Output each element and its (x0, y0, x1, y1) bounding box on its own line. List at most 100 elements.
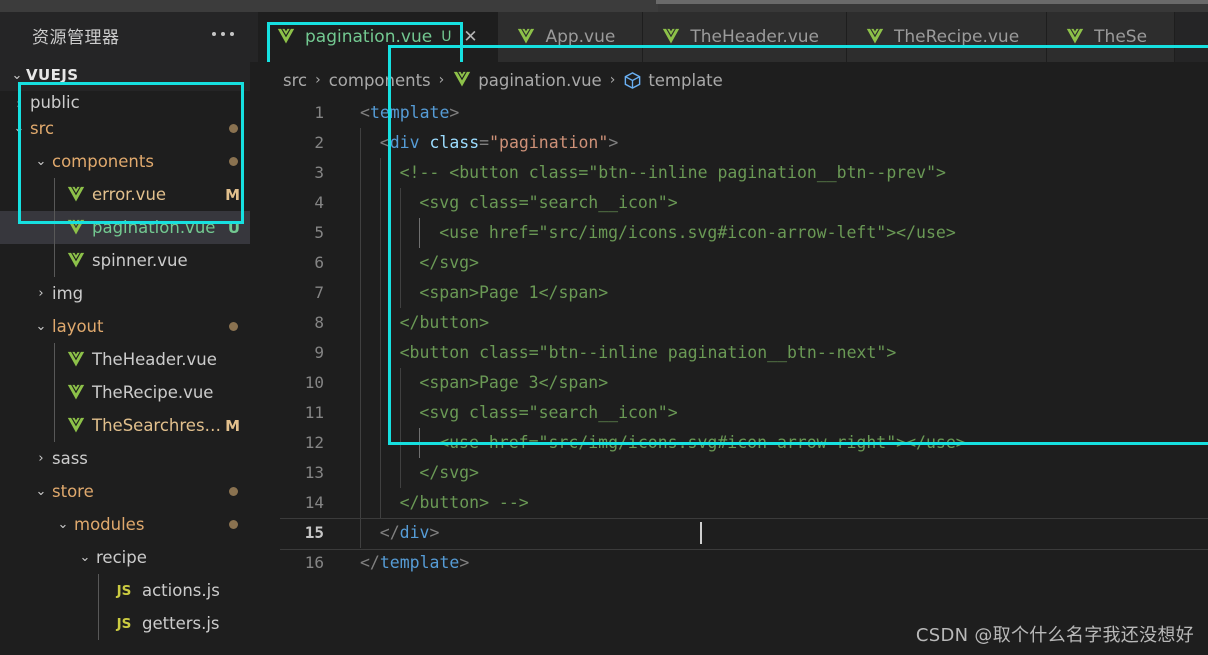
tree-item-modules[interactable]: ⌄ modules (0, 508, 258, 541)
chevron-down-icon: ⌄ (11, 67, 23, 82)
tree-item-label: store (52, 482, 94, 501)
chevron-right-icon[interactable]: › (8, 97, 30, 112)
code-token: <button class="btn--inline pagination__b… (399, 343, 897, 362)
tree-item-src[interactable]: ⌄ src (0, 112, 258, 145)
chevron-down-icon[interactable]: ⌄ (30, 484, 52, 499)
code-text: </div> (380, 518, 440, 548)
code-line[interactable]: 1 <template> (258, 98, 1208, 128)
tree-item-thesearchres-[interactable]: TheSearchres… M (0, 409, 258, 442)
code-line[interactable]: 5 <use href="src/img/icons.svg#icon-arrow… (258, 218, 1208, 248)
code-line[interactable]: 15 </div> (258, 518, 1208, 550)
tree-item-getters-js[interactable]: JS getters.js (0, 607, 258, 640)
code-line[interactable]: 13 </svg> (258, 458, 1208, 488)
tree-item-label: getters.js (142, 614, 220, 633)
code-text: <svg class="search__icon"> (419, 188, 677, 218)
tree-item-spinner-vue[interactable]: spinner.vue (0, 244, 258, 277)
chevron-right-icon[interactable]: › (30, 286, 52, 301)
code-token: </svg> (419, 253, 479, 272)
code-line[interactable]: 2 <div class="pagination"> (258, 128, 1208, 158)
vscode-window: 资源管理器 ⌄ VUEJS › public ⌄ src ⌄ components erro… (0, 0, 1208, 655)
tree-item-label: spinner.vue (92, 251, 188, 270)
tab-label: TheRecipe.vue (894, 27, 1020, 47)
breadcrumb-item-src[interactable]: src (283, 71, 307, 90)
code-line[interactable]: 11 <svg class="search__icon"> (258, 398, 1208, 428)
tab-therecipe-vue[interactable]: TheRecipe.vue (847, 12, 1048, 62)
explorer-title: 资源管理器 (32, 28, 120, 48)
code-line[interactable]: 7 <span>Page 1</span> (258, 278, 1208, 308)
code-line[interactable]: 16 </template> (258, 548, 1208, 578)
chevron-down-icon[interactable]: ⌄ (52, 517, 74, 532)
code-line[interactable]: 10 <span>Page 3</span> (258, 368, 1208, 398)
indent-guide (360, 308, 361, 338)
tree-item-error-vue[interactable]: error.vue M (0, 178, 258, 211)
code-text: <use href="src/img/icons.svg#icon-arrow-… (439, 428, 966, 458)
sidebar-editor-divider (250, 62, 258, 655)
code-line[interactable]: 3 <!-- <button class="btn--inline paginat… (258, 158, 1208, 188)
explorer-root-folder[interactable]: ⌄ VUEJS (0, 59, 258, 91)
tab-app-vue[interactable]: App.vue (498, 12, 644, 62)
indent-guide (379, 398, 381, 428)
chevron-down-icon[interactable]: ⌄ (8, 121, 30, 136)
code-editor[interactable]: 1 <template> 2 <div class="pagination"> 3 <!-… (258, 98, 1208, 655)
tree-item-therecipe-vue[interactable]: TheRecipe.vue (0, 376, 258, 409)
tree-item-layout[interactable]: ⌄ layout (0, 310, 258, 343)
code-text: <svg class="search__icon"> (419, 398, 677, 428)
code-token: template (379, 553, 460, 572)
code-text: <span>Page 1</span> (419, 278, 608, 308)
line-number: 14 (304, 493, 324, 512)
tab-these[interactable]: TheSe (1047, 12, 1176, 62)
code-token: </ (360, 553, 380, 572)
tree-item-actions-js[interactable]: JS actions.js (0, 574, 258, 607)
chevron-down-icon[interactable]: ⌄ (74, 550, 96, 565)
code-line[interactable]: 14 </button> --> (258, 488, 1208, 518)
editor-tab-bar[interactable]: pagination.vue U ✕ App.vue TheHeader.vue TheR… (258, 12, 1208, 62)
breadcrumb-separator: › (315, 72, 321, 88)
tree-item-public[interactable]: › public (0, 91, 258, 112)
breadcrumb-item-pagination-vue[interactable]: pagination.vue (452, 71, 602, 90)
tree-item-theheader-vue[interactable]: TheHeader.vue (0, 343, 258, 376)
code-text: </svg> (419, 248, 479, 278)
line-number: 10 (304, 373, 324, 392)
vue-file-icon (66, 384, 86, 402)
chevron-right-icon[interactable]: › (30, 451, 52, 466)
chevron-down-icon[interactable]: ⌄ (30, 154, 52, 169)
file-tree[interactable]: › public ⌄ src ⌄ components error.vue Mpaginati… (0, 91, 258, 655)
vue-file-icon (66, 219, 86, 237)
tab-theheader-vue[interactable]: TheHeader.vue (643, 12, 848, 62)
indent-guide (360, 248, 361, 278)
close-icon[interactable]: ✕ (461, 28, 479, 46)
code-line[interactable]: 6 </svg> (258, 248, 1208, 278)
line-number: 8 (314, 313, 324, 332)
line-number: 16 (304, 553, 324, 572)
breadcrumb[interactable]: src › components › pagination.vue › template (258, 62, 1208, 98)
code-token: <svg class="search__icon"> (419, 403, 678, 422)
breadcrumb-item-components[interactable]: components (329, 71, 431, 90)
tree-item-label: public (30, 93, 80, 112)
breadcrumb-item-template[interactable]: template (623, 71, 723, 90)
tree-item-img[interactable]: › img (0, 277, 258, 310)
tab-label: TheHeader.vue (690, 27, 820, 47)
tree-item-sass[interactable]: › sass (0, 442, 258, 475)
indent-guide (379, 188, 381, 218)
tree-item-components[interactable]: ⌄ components (0, 145, 258, 178)
tab-pagination-vue[interactable]: pagination.vue U ✕ (258, 12, 499, 62)
indent-guide (360, 128, 361, 158)
indent-guide (379, 368, 381, 398)
indent-guide (360, 338, 361, 368)
code-line[interactable]: 9 <button class="btn--inline pagination__… (258, 338, 1208, 368)
breadcrumb-separator: › (609, 72, 616, 88)
tree-item-recipe[interactable]: ⌄ recipe (0, 541, 258, 574)
ellipsis-icon[interactable] (212, 32, 234, 36)
chevron-down-icon[interactable]: ⌄ (30, 319, 52, 334)
code-line[interactable]: 4 <svg class="search__icon"> (258, 188, 1208, 218)
code-text: <div class="pagination"> (380, 128, 618, 158)
tree-item-pagination-vue[interactable]: pagination.vue U (0, 211, 258, 244)
line-number: 5 (314, 223, 324, 242)
tree-item-store[interactable]: ⌄ store (0, 475, 258, 508)
code-line[interactable]: 12 <use href="src/img/icons.svg#icon-arro… (258, 428, 1208, 458)
indent-guide (399, 218, 401, 248)
indent-guide (360, 398, 361, 428)
tree-item-label: TheSearchres… (92, 416, 222, 435)
code-line[interactable]: 8 </button> (258, 308, 1208, 338)
